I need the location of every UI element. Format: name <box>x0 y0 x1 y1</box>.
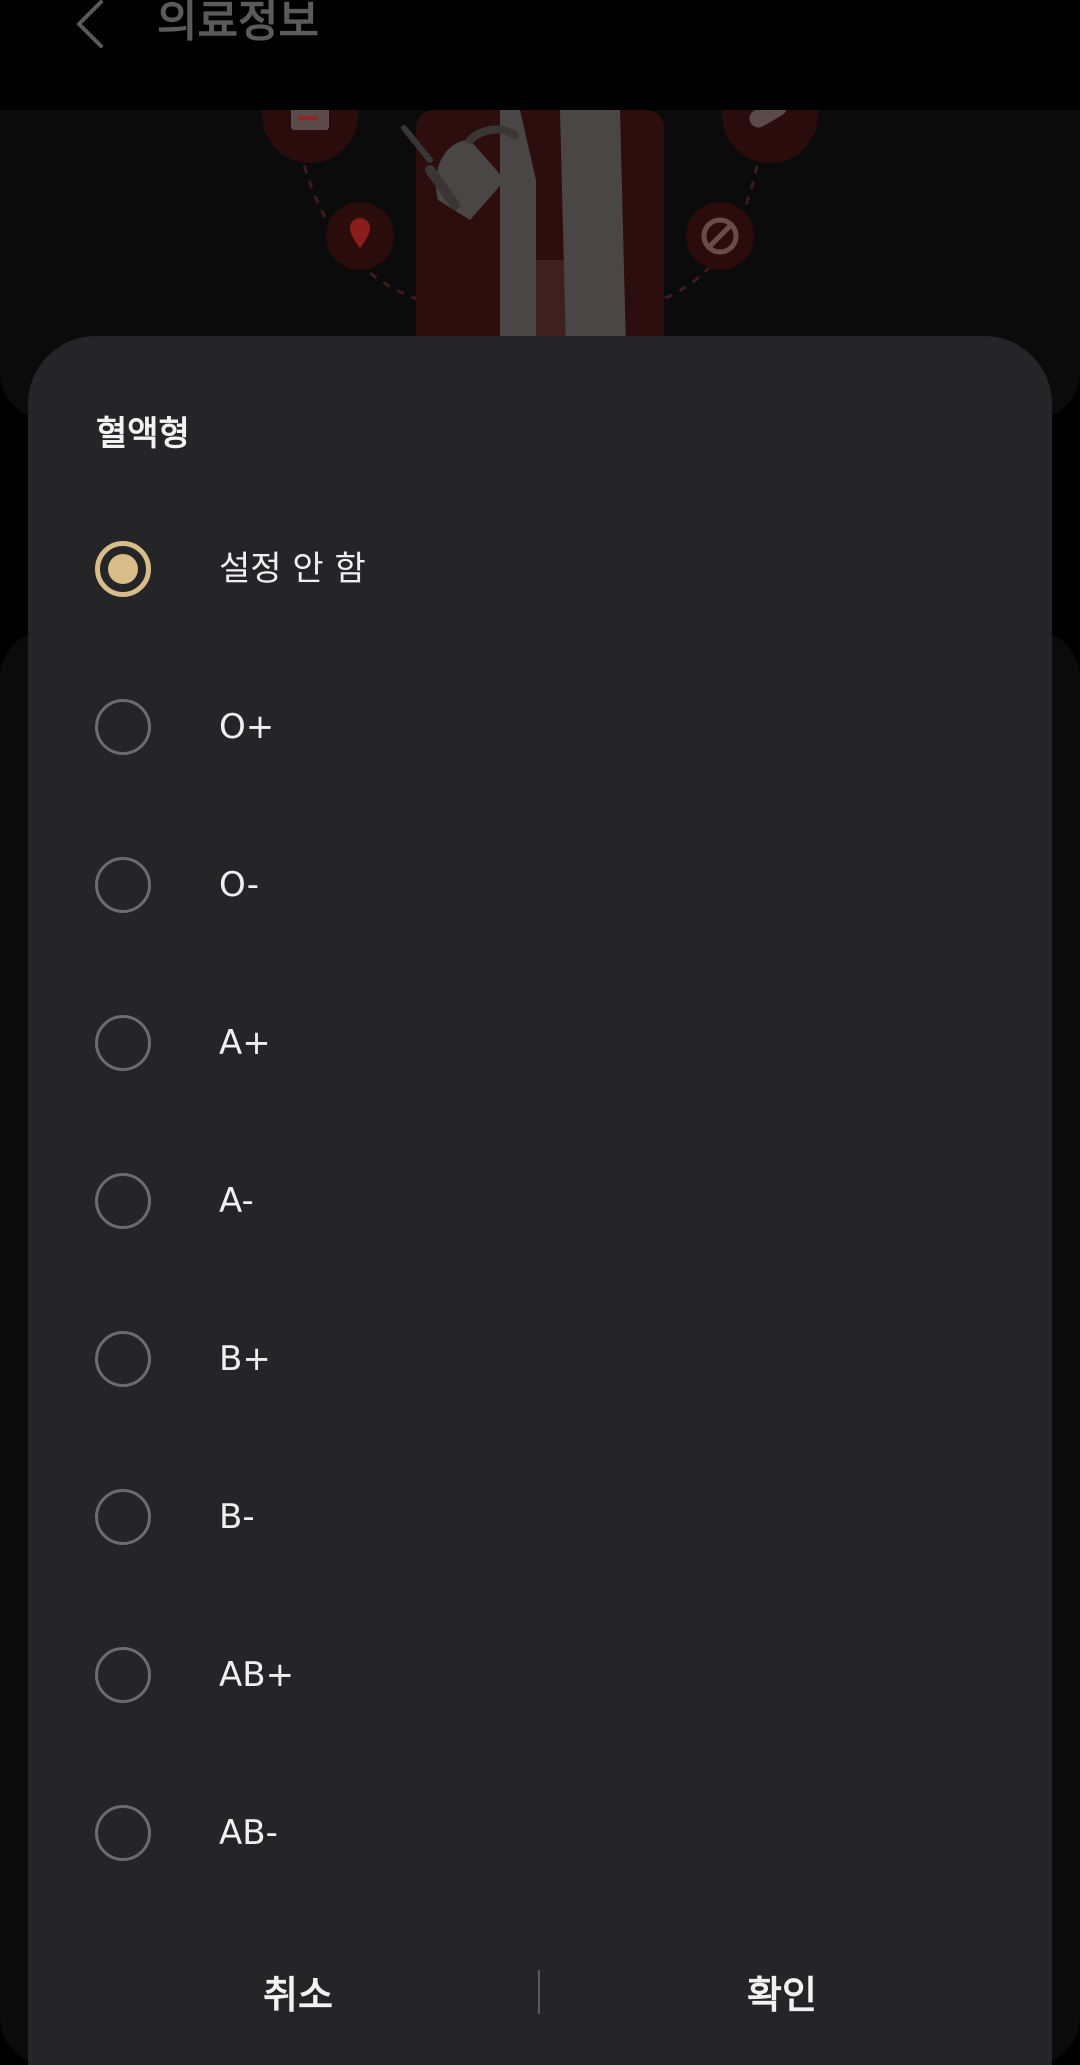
button-divider <box>538 1970 540 2014</box>
no-entry-icon <box>686 202 754 270</box>
option-o-negative[interactable]: O- <box>28 806 1052 964</box>
option-ab-positive[interactable]: AB+ <box>28 1596 1052 1754</box>
option-o-positive[interactable]: O+ <box>28 648 1052 806</box>
option-label: A- <box>219 1181 254 1221</box>
blood-type-dialog: 혈액형 설정 안 함 O+ O- A+ A- B+ B- AB+ AB- 취소 … <box>28 336 1052 2065</box>
option-label: O- <box>219 865 259 905</box>
option-b-negative[interactable]: B- <box>28 1438 1052 1596</box>
option-none[interactable]: 설정 안 함 <box>28 490 1052 648</box>
location-pin-icon <box>326 202 394 270</box>
cancel-button[interactable]: 취소 <box>68 1950 528 2032</box>
option-a-positive[interactable]: A+ <box>28 964 1052 1122</box>
radio-button[interactable] <box>95 857 151 913</box>
option-ab-negative[interactable]: AB- <box>28 1754 1052 1912</box>
radio-button[interactable] <box>95 1805 151 1861</box>
radio-button-selected[interactable] <box>95 541 151 597</box>
confirm-button[interactable]: 확인 <box>552 1950 1012 2032</box>
radio-button[interactable] <box>95 1489 151 1545</box>
option-label: A+ <box>219 1023 271 1063</box>
radio-button[interactable] <box>95 1173 151 1229</box>
option-b-positive[interactable]: B+ <box>28 1280 1052 1438</box>
app-root: 의료정보 혈액형 설정 안 함 O+ O- A+ A- B+ B- AB+ AB… <box>0 0 1080 2065</box>
radio-button[interactable] <box>95 1015 151 1071</box>
calendar-icon <box>262 110 358 163</box>
option-label: O+ <box>219 707 275 747</box>
page-title: 의료정보 <box>157 0 319 47</box>
chevron-left-icon <box>73 0 107 54</box>
pill-icon <box>722 110 818 163</box>
back-button[interactable] <box>62 0 118 52</box>
dialog-title: 혈액형 <box>96 414 190 454</box>
radio-button[interactable] <box>95 699 151 755</box>
option-label: B+ <box>219 1339 271 1379</box>
blood-type-options: 설정 안 함 O+ O- A+ A- B+ B- AB+ AB- <box>28 490 1052 1912</box>
option-a-negative[interactable]: A- <box>28 1122 1052 1280</box>
option-label: 설정 안 함 <box>219 549 366 589</box>
radio-button[interactable] <box>95 1647 151 1703</box>
option-label: AB- <box>219 1813 278 1853</box>
app-header: 의료정보 <box>0 0 1080 110</box>
dialog-button-bar: 취소 확인 <box>28 1950 1052 2032</box>
radio-button[interactable] <box>95 1331 151 1387</box>
option-label: AB+ <box>219 1655 295 1695</box>
option-label: B- <box>219 1497 255 1537</box>
